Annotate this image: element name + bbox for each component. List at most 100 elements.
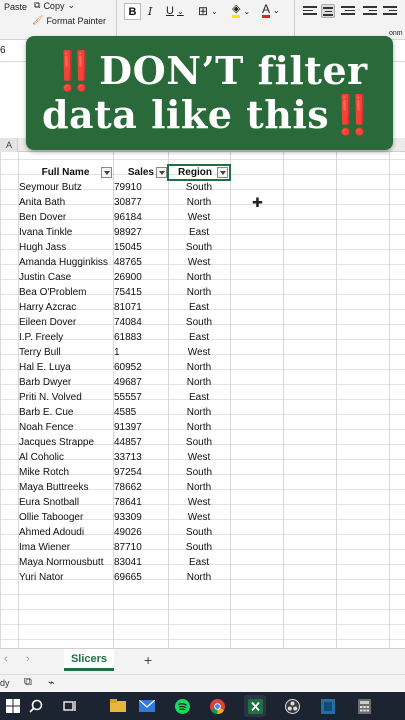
cell-full-name[interactable]: Ben Dover — [19, 210, 112, 225]
cell-sales[interactable]: 15045 — [114, 240, 167, 255]
cell-full-name[interactable]: Barb E. Cue — [19, 405, 112, 420]
cell-sales[interactable]: 26900 — [114, 270, 167, 285]
paste-button[interactable]: Paste — [4, 2, 27, 12]
macro-record-icon[interactable]: ⌁ — [48, 676, 55, 689]
cell-sales[interactable]: 49026 — [114, 525, 167, 540]
cell-region[interactable]: North — [169, 270, 229, 285]
cell-region[interactable]: South — [169, 435, 229, 450]
cell-region[interactable]: North — [169, 360, 229, 375]
cell-region[interactable]: North — [169, 570, 229, 585]
cell-full-name[interactable]: Hugh Jass — [19, 240, 112, 255]
cell-full-name[interactable]: Anita Bath — [19, 195, 112, 210]
cell-full-name[interactable]: Al Coholic — [19, 450, 112, 465]
cell-region[interactable]: South — [169, 540, 229, 555]
cell-full-name[interactable]: Bea O'Problem — [19, 285, 112, 300]
task-view-icon[interactable] — [62, 698, 78, 714]
cell-region[interactable]: West — [169, 255, 229, 270]
cell-sales[interactable]: 33713 — [114, 450, 167, 465]
cell-full-name[interactable]: Noah Fence — [19, 420, 112, 435]
cell-full-name[interactable]: Harry Azcrac — [19, 300, 112, 315]
italic-button[interactable]: I — [148, 5, 152, 18]
cell-sales[interactable]: 44857 — [114, 435, 167, 450]
spotify-icon[interactable] — [174, 698, 190, 714]
cell-full-name[interactable]: Ivana Tinkle — [19, 225, 112, 240]
cell-sales[interactable]: 30877 — [114, 195, 167, 210]
fill-color-button[interactable]: ◈ ⌄ — [232, 4, 250, 18]
cell-full-name[interactable]: Ahmed Adoudi — [19, 525, 112, 540]
cell-region[interactable]: West — [169, 510, 229, 525]
filter-dropdown-button[interactable] — [156, 167, 167, 178]
chrome-icon[interactable] — [209, 698, 225, 714]
cell-region[interactable]: West — [169, 345, 229, 360]
cell-region[interactable]: South — [169, 180, 229, 195]
cell-sales[interactable]: 75415 — [114, 285, 167, 300]
cell-sales[interactable]: 55557 — [114, 390, 167, 405]
cell-full-name[interactable]: Priti N. Volved — [19, 390, 112, 405]
mail-icon[interactable] — [139, 698, 155, 714]
copy-button[interactable]: ⧉ Copy ⌄ — [34, 0, 75, 11]
cell-full-name[interactable]: Terry Bull — [19, 345, 112, 360]
name-box[interactable]: 6 — [0, 45, 24, 56]
cell-full-name[interactable]: Mike Rotch — [19, 465, 112, 480]
cell-full-name[interactable]: Ollie Tabooger — [19, 510, 112, 525]
cell-region[interactable]: East — [169, 555, 229, 570]
cell-sales[interactable]: 79910 — [114, 180, 167, 195]
merge-center-label[interactable]: onm — [389, 30, 403, 37]
cell-sales[interactable]: 87710 — [114, 540, 167, 555]
file-explorer-icon[interactable] — [110, 698, 126, 714]
obs-icon[interactable] — [284, 698, 300, 714]
cell-full-name[interactable]: Ima Wiener — [19, 540, 112, 555]
excel-icon[interactable] — [244, 695, 266, 717]
cell-sales[interactable]: 96184 — [114, 210, 167, 225]
cell-sales[interactable]: 78641 — [114, 495, 167, 510]
cell-region[interactable]: North — [169, 420, 229, 435]
cell-sales[interactable]: 48765 — [114, 255, 167, 270]
cell-sales[interactable]: 98927 — [114, 225, 167, 240]
cell-full-name[interactable]: Eura Snotball — [19, 495, 112, 510]
scroll-right-icon[interactable]: › — [26, 653, 30, 665]
font-color-button[interactable]: A ⌄ — [262, 3, 280, 18]
app-icon[interactable] — [320, 698, 336, 714]
cell-full-name[interactable]: I.P. Freely — [19, 330, 112, 345]
cell-full-name[interactable]: Yuri Nator — [19, 570, 112, 585]
header-full-name[interactable]: Full Name — [19, 165, 112, 180]
cell-region[interactable]: East — [169, 225, 229, 240]
cell-sales[interactable]: 60952 — [114, 360, 167, 375]
cell-full-name[interactable]: Hal E. Luya — [19, 360, 112, 375]
cell-sales[interactable]: 81071 — [114, 300, 167, 315]
align-left-icon[interactable] — [303, 4, 317, 18]
bold-button[interactable]: B — [124, 3, 141, 20]
calculator-icon[interactable] — [356, 698, 372, 714]
cell-sales[interactable]: 93309 — [114, 510, 167, 525]
cell-region[interactable]: East — [169, 390, 229, 405]
search-icon[interactable] — [28, 698, 44, 714]
cell-region[interactable]: South — [169, 465, 229, 480]
scroll-left-icon[interactable]: ‹ — [4, 653, 8, 665]
cell-full-name[interactable]: Jacques Strappe — [19, 435, 112, 450]
cell-sales[interactable]: 1 — [114, 345, 167, 360]
cell-region[interactable]: West — [169, 495, 229, 510]
underline-button[interactable]: U ⌄ — [166, 5, 184, 17]
column-header-a[interactable]: A — [6, 140, 12, 150]
cell-region[interactable]: West — [169, 210, 229, 225]
cell-sales[interactable]: 97254 — [114, 465, 167, 480]
decrease-indent-icon[interactable] — [363, 4, 377, 18]
cell-region[interactable]: South — [169, 315, 229, 330]
accessibility-icon[interactable]: ⧉ — [24, 676, 32, 689]
cell-region[interactable]: North — [169, 195, 229, 210]
cell-sales[interactable]: 83041 — [114, 555, 167, 570]
cell-sales[interactable]: 74084 — [114, 315, 167, 330]
cell-full-name[interactable]: Eileen Dover — [19, 315, 112, 330]
cell-region[interactable]: North — [169, 375, 229, 390]
filter-dropdown-button[interactable] — [217, 167, 228, 178]
format-painter-button[interactable]: 🖌 Format Painter — [32, 15, 106, 26]
align-right-icon[interactable] — [341, 4, 355, 18]
cell-full-name[interactable]: Justin Case — [19, 270, 112, 285]
cell-region[interactable]: East — [169, 330, 229, 345]
cell-sales[interactable]: 78662 — [114, 480, 167, 495]
cell-sales[interactable]: 4585 — [114, 405, 167, 420]
windows-icon[interactable] — [5, 698, 21, 714]
cell-full-name[interactable]: Barb Dwyer — [19, 375, 112, 390]
cell-full-name[interactable]: Maya Normousbutt — [19, 555, 112, 570]
increase-indent-icon[interactable] — [383, 4, 397, 18]
